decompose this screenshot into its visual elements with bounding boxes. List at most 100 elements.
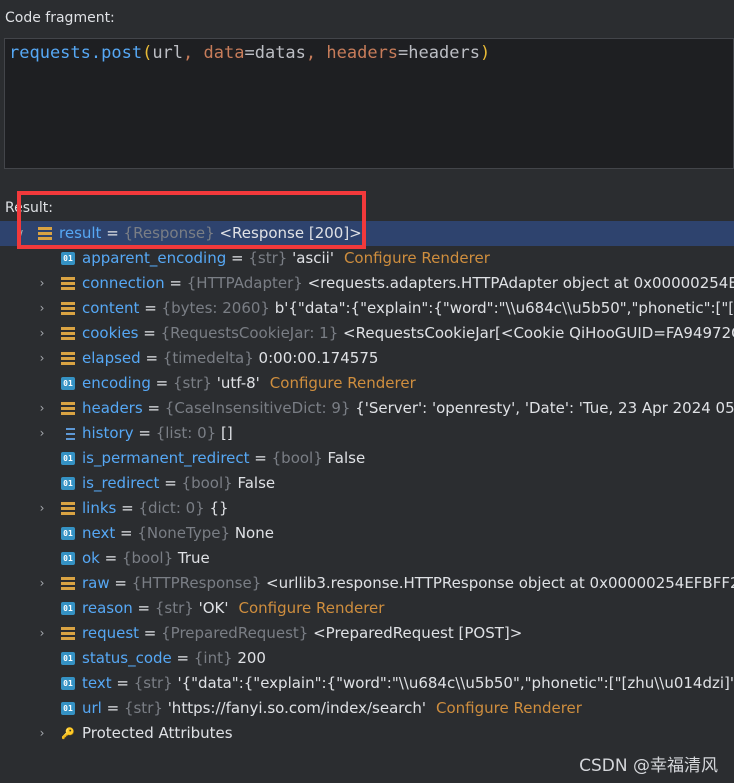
tree-row-text: elapsed = {timedelta} 0:00:00.174575 [82, 346, 378, 371]
variable-value: False [237, 474, 276, 492]
tree-row-text[interactable]: 01 text = {str} '{"data":{"explain":{"wor… [0, 671, 734, 696]
configure-renderer-link[interactable]: Configure Renderer [270, 374, 416, 392]
variable-value: <Response [200]> [219, 224, 362, 242]
tree-row-headers[interactable]: › headers = {CaseInsensitiveDict: 9} {'Se… [0, 396, 734, 421]
variable-name: elapsed [82, 349, 141, 367]
variable-type: {dict: 0} [138, 499, 205, 517]
code-fragment-label: Code fragment: [5, 10, 115, 26]
primitive-icon: 01 [61, 652, 75, 665]
variable-type: {str} [173, 374, 212, 392]
tree-row-history[interactable]: › history = {list: 0} [] [0, 421, 734, 446]
variable-name: is_permanent_redirect [82, 449, 250, 467]
chevron-right-icon[interactable]: › [36, 346, 48, 371]
tree-row-text: content = {bytes: 2060} b'{"data":{"expl… [82, 296, 734, 321]
variable-name: history [82, 424, 134, 442]
result-tree[interactable]: ∨ result = {Response} <Response [200]> 01 a… [0, 221, 734, 746]
tree-row-raw[interactable]: › raw = {HTTPResponse} <urllib3.response.… [0, 571, 734, 596]
code-value-datas: datas [254, 43, 306, 63]
tree-row-content[interactable]: › content = {bytes: 2060} b'{"data":{"exp… [0, 296, 734, 321]
variable-type: {str} [248, 249, 288, 267]
chevron-right-icon[interactable]: › [36, 296, 48, 321]
variable-type: {str} [123, 699, 163, 717]
tree-row-apparent-encoding[interactable]: 01 apparent_encoding = {str} 'ascii' Confi… [0, 246, 734, 271]
object-icon [61, 627, 75, 640]
primitive-icon: 01 [61, 252, 75, 265]
configure-renderer-link[interactable]: Configure Renderer [436, 699, 582, 717]
variable-name: next [82, 524, 116, 542]
variable-name: links [82, 499, 117, 517]
chevron-right-icon[interactable]: › [36, 496, 48, 521]
equals-sign: = [171, 649, 194, 667]
tree-row-text: is_redirect = {bool} False [82, 471, 275, 496]
tree-row-text: next = {NoneType} None [82, 521, 274, 546]
tree-row-next[interactable]: 01 next = {NoneType} None [0, 521, 734, 546]
configure-renderer-link[interactable]: Configure Renderer [239, 599, 385, 617]
list-icon [61, 427, 75, 440]
tree-row-status-code[interactable]: 01 status_code = {int} 200 [0, 646, 734, 671]
tree-row-is-permanent-redirect[interactable]: 01 is_permanent_redirect = {bool} False [0, 446, 734, 471]
equals-sign: = [159, 474, 182, 492]
chevron-right-icon[interactable]: › [36, 271, 48, 296]
tree-row-ok[interactable]: 01 ok = {bool} True [0, 546, 734, 571]
equals-sign: = [101, 224, 124, 242]
chevron-right-icon[interactable]: › [36, 621, 48, 646]
tree-row-encoding[interactable]: 01 encoding = {str} 'utf-8' Configure Rend… [0, 371, 734, 396]
code-equals: = [398, 43, 409, 63]
chevron-right-icon[interactable]: › [36, 721, 48, 746]
configure-renderer-link[interactable]: Configure Renderer [344, 249, 490, 267]
variable-type: {bool} [181, 474, 233, 492]
equals-sign: = [99, 549, 122, 567]
code-paren-open: ( [142, 43, 153, 63]
variable-name: cookies [82, 324, 139, 342]
code-param-headers: headers [326, 43, 399, 63]
equals-sign: = [150, 374, 173, 392]
tree-row-protected-attributes[interactable]: › 🔑 Protected Attributes [0, 721, 734, 746]
variable-type: {str} [133, 674, 173, 692]
tree-row-connection[interactable]: › connection = {HTTPAdapter} <requests.ad… [0, 271, 734, 296]
code-fragment-editor[interactable]: requests.post(url, data=datas, headers=h… [4, 38, 734, 169]
tree-row-request[interactable]: › request = {PreparedRequest} <PreparedRe… [0, 621, 734, 646]
variable-name: content [82, 299, 140, 317]
tree-row-result[interactable]: ∨ result = {Response} <Response [200]> [0, 221, 734, 246]
equals-sign: = [164, 274, 187, 292]
variable-name: text [82, 674, 112, 692]
tree-row-text: Protected Attributes [82, 721, 233, 746]
tree-row-is-redirect[interactable]: 01 is_redirect = {bool} False [0, 471, 734, 496]
equals-sign: = [140, 349, 163, 367]
variable-value: True [177, 549, 210, 567]
code-text[interactable]: requests.post(url, data=datas, headers=h… [9, 43, 490, 63]
tree-row-text: links = {dict: 0} {} [82, 496, 229, 521]
code-comma: , [305, 43, 327, 63]
tree-row-links[interactable]: › links = {dict: 0} {} [0, 496, 734, 521]
variable-value: 'OK' [198, 599, 229, 617]
variable-name: is_redirect [82, 474, 160, 492]
tree-row-reason[interactable]: 01 reason = {str} 'OK' Configure Renderer [0, 596, 734, 621]
tree-row-text: raw = {HTTPResponse} <urllib3.response.H… [82, 571, 734, 596]
chevron-right-icon[interactable]: › [36, 396, 48, 421]
variable-value: <requests.adapters.HTTPAdapter object at… [307, 274, 734, 292]
variable-value: 'utf-8' [216, 374, 260, 392]
tree-row-cookies[interactable]: › cookies = {RequestsCookieJar: 1} <Reque… [0, 321, 734, 346]
chevron-down-icon[interactable]: ∨ [14, 221, 26, 246]
chevron-right-icon[interactable]: › [36, 321, 48, 346]
result-label: Result: [5, 200, 53, 216]
equals-sign: = [101, 699, 124, 717]
code-equals: = [244, 43, 255, 63]
chevron-right-icon[interactable]: › [36, 571, 48, 596]
variable-type: {bool} [121, 549, 174, 567]
equals-sign: = [249, 449, 272, 467]
protected-attributes-label: Protected Attributes [82, 724, 233, 742]
variable-type: {int} [193, 649, 233, 667]
variable-value: b'{"data":{"explain":{"word":"\\u684c\\u… [274, 299, 734, 317]
variable-name: status_code [82, 649, 172, 667]
equals-sign: = [142, 399, 165, 417]
primitive-icon: 01 [61, 377, 75, 390]
tree-row-elapsed[interactable]: › elapsed = {timedelta} 0:00:00.174575 [0, 346, 734, 371]
variable-name: url [82, 699, 102, 717]
tree-row-text: status_code = {int} 200 [82, 646, 266, 671]
variable-value: None [234, 524, 274, 542]
tree-row-url[interactable]: 01 url = {str} 'https://fanyi.so.com/inde… [0, 696, 734, 721]
variable-type: {str} [154, 599, 194, 617]
variable-name: reason [82, 599, 133, 617]
chevron-right-icon[interactable]: › [36, 421, 48, 446]
